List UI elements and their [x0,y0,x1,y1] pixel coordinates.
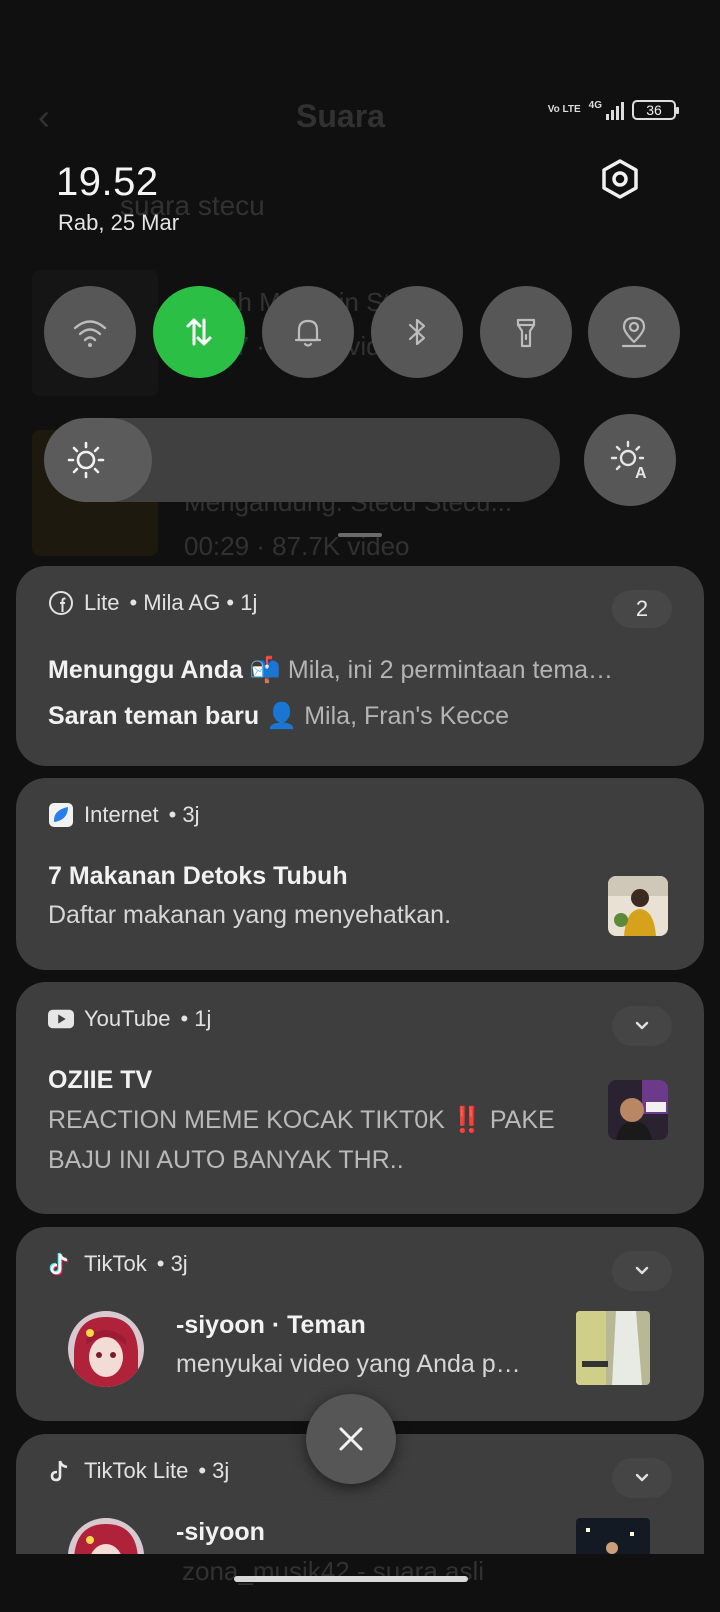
network-type: 4G [588,100,602,111]
brightness-slider[interactable] [44,418,560,502]
notification-tiktok[interactable]: TikTok • 3j -siyoon · Teman menyukai vid… [16,1227,704,1421]
background-bottom-text: zona_musik42 - suara asli [182,1556,485,1586]
line-title: Menunggu Anda [48,656,243,684]
notification-internet[interactable]: Internet • 3j 7 Makanan Detoks Tubuh Daf… [16,778,704,970]
battery-icon: 36 [632,100,679,120]
bell-icon [294,319,322,347]
notification-meta: • 3j [198,1458,230,1483]
avatar [68,1518,144,1554]
auto-brightness-icon: A [610,440,647,482]
volte-indicator: Vo LTE [548,105,581,115]
chevron-down-icon [635,1266,649,1275]
notification-body: menyukai video yang Anda p… [176,1350,521,1378]
app-name: TikTok [84,1251,147,1276]
background-row-meta: 00:29 · 87.7K video [184,531,410,561]
svg-text:A: A [635,465,647,482]
youtube-icon [48,1006,74,1032]
location-pin-icon [621,316,647,348]
video-thumbnail [576,1518,650,1554]
notification-title: -siyoon [176,1518,265,1546]
article-thumbnail [608,876,668,936]
app-name: Internet [84,802,159,827]
browser-icon [48,802,74,828]
notification-title: 7 Makanan Detoks Tubuh [48,862,348,890]
notification-meta: • Mila AG • 1j [129,590,258,615]
line-title: Saran teman baru [48,702,260,730]
chevron-down-icon [635,1473,649,1482]
bluetooth-icon [408,318,426,346]
notification-header: TikTok • 3j [48,1251,188,1277]
sound-toggle[interactable] [262,286,354,378]
notification-line: Saran teman baru 👤 Mila, Fran's Kecce [48,702,509,731]
clear-all-button[interactable] [306,1394,396,1484]
video-thumbnail [608,1080,668,1140]
line-text: Mila, ini 2 permintaan tema… [287,656,614,684]
brightness-sun-icon [67,441,105,479]
body-line: REACTION MEME KOCAK TIKT0K ‼️ PAKE [48,1106,555,1134]
close-icon [339,1427,363,1451]
settings-hex-icon [602,159,638,199]
clock: 19.52 [56,160,159,204]
app-name: YouTube [84,1006,171,1031]
settings-button[interactable] [600,158,640,200]
home-indicator[interactable] [234,1576,468,1582]
status-bar: Vo LTE 4G 36 [548,100,679,120]
wifi-toggle[interactable] [44,286,136,378]
notification-body: Daftar makanan yang menyehatkan. [48,901,452,929]
mobile-data-toggle[interactable] [153,286,245,378]
notification-header: TikTok Lite • 3j [48,1458,229,1484]
app-name: TikTok Lite [84,1458,189,1483]
avatar [68,1311,144,1387]
notification-title: -siyoon · Teman [176,1311,366,1339]
back-icon: ‹ [38,96,50,137]
notification-count-badge[interactable]: 2 [612,590,672,628]
location-toggle[interactable] [588,286,680,378]
expand-button[interactable] [612,1006,672,1046]
tiktok-lite-icon [48,1458,74,1484]
volte-label: Vo LTE [547,104,581,115]
tiktok-icon [48,1251,74,1277]
drag-handle[interactable] [338,533,382,537]
notification-facebook-lite[interactable]: Lite • Mila AG • 1j 2 Menunggu Anda 📬 Mi… [16,566,704,766]
notification-meta: • 3j [168,802,200,827]
battery-level: 36 [646,102,662,118]
notification-title: OZIIE TV [48,1066,153,1094]
line-text: Mila, Fran's Kecce [304,702,510,730]
notification-meta: • 1j [180,1006,212,1031]
data-arrows-icon [186,318,212,346]
notification-header: YouTube • 1j [48,1006,211,1032]
video-thumbnail [576,1311,650,1385]
expand-button[interactable] [612,1251,672,1291]
signal-icon [606,100,624,120]
person-emoji: 👤 [266,702,298,730]
app-name: Lite [84,590,120,615]
body-line: BAJU INI AUTO BANYAK THR.. [48,1146,404,1174]
background-title: Suara [296,98,385,134]
chevron-down-icon [635,1021,649,1030]
auto-brightness-button[interactable]: A [584,414,676,506]
wifi-icon [73,320,107,347]
date: Rab, 25 Mar [58,210,180,235]
notification-line: Menunggu Anda 📬 Mila, ini 2 permintaan t… [48,656,613,685]
notification-header: Internet • 3j [48,802,200,828]
notification-meta: • 3j [156,1251,188,1276]
facebook-icon [48,590,74,616]
flashlight-toggle[interactable] [480,286,572,378]
flashlight-icon [516,318,536,348]
notification-youtube[interactable]: YouTube • 1j OZIIE TV REACTION MEME KOCA… [16,982,704,1214]
notification-header: Lite • Mila AG • 1j [48,590,257,616]
expand-button[interactable] [612,1458,672,1498]
mailbox-emoji: 📬 [249,656,281,684]
bluetooth-toggle[interactable] [371,286,463,378]
notification-body: REACTION MEME KOCAK TIKT0K ‼️ PAKE BAJU … [48,1100,555,1180]
